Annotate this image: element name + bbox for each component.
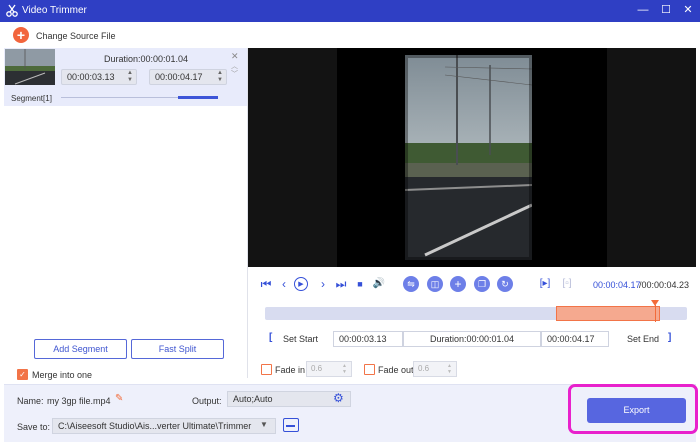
reset-icon[interactable]: ↻	[497, 276, 513, 292]
set-end-button[interactable]: Set End	[627, 334, 659, 344]
segment-label: Segment[1]	[11, 94, 52, 103]
scissors-app-icon	[6, 4, 18, 17]
output-settings-gear-icon[interactable]: ⚙	[333, 391, 344, 405]
change-source-label[interactable]: Change Source File	[36, 31, 116, 41]
fade-in-checkbox[interactable]	[261, 364, 272, 375]
set-start-button[interactable]: Set Start	[283, 334, 318, 344]
total-time: /00:00:04.23	[639, 280, 690, 290]
add-segment-button[interactable]: Add Segment	[34, 339, 127, 359]
skip-start-icon[interactable]: ⏮	[259, 277, 273, 291]
snapshot-icon[interactable]: ◫	[427, 276, 443, 292]
end-time-field[interactable]: 00:00:04.17	[541, 331, 609, 347]
window-title: Video Trimmer	[22, 5, 87, 16]
fade-out-stepper[interactable]: ▲ ▼	[447, 363, 452, 375]
timeline-selection[interactable]	[556, 306, 660, 321]
name-value[interactable]: my 3gp file.mp4	[47, 396, 111, 406]
video-image	[402, 52, 535, 263]
name-label: Name:	[17, 396, 44, 406]
fade-out-checkbox[interactable]	[364, 364, 375, 375]
copy-icon[interactable]: ❐	[474, 276, 490, 292]
minimize-button[interactable]: —	[636, 3, 650, 17]
maximize-button[interactable]: ☐	[659, 3, 673, 17]
segment-down-icon[interactable]: ﹀	[231, 69, 238, 79]
export-button[interactable]: Export	[587, 398, 686, 423]
fade-in-stepper[interactable]: ▲ ▼	[342, 363, 347, 375]
trim-duration: Duration:00:00:01.04	[403, 331, 541, 347]
playhead-line	[655, 305, 656, 322]
segment-start-stepper[interactable]: ▲ ▼	[126, 70, 134, 86]
output-label: Output:	[192, 396, 222, 406]
segment-thumbnail	[5, 49, 55, 85]
add-source-icon[interactable]: +	[13, 27, 29, 43]
prev-frame-icon[interactable]: ‹	[277, 277, 291, 291]
stop-icon[interactable]: ■	[353, 277, 367, 291]
mark-in-icon[interactable]: [▸]	[538, 277, 552, 291]
volume-icon[interactable]: 🔊	[372, 277, 386, 291]
close-button[interactable]: ✕	[681, 3, 695, 17]
fade-in-label: Fade in	[275, 365, 306, 375]
fade-out-label: Fade out	[378, 365, 414, 375]
set-start-bracket: [	[269, 332, 273, 343]
segment-range-bar[interactable]	[178, 96, 218, 99]
merge-checkbox[interactable]: ✓	[17, 369, 28, 380]
skip-end-icon[interactable]: ⏭	[334, 277, 348, 291]
segment-duration: Duration:00:00:01.04	[104, 54, 189, 64]
save-to-label: Save to:	[17, 422, 51, 432]
set-end-bracket: ]	[668, 332, 672, 343]
title-bar	[0, 0, 700, 22]
open-folder-icon[interactable]	[283, 418, 299, 432]
flip-icon[interactable]: ⇋	[403, 276, 419, 292]
current-time: 00:00:04.17	[593, 280, 641, 290]
edit-name-icon[interactable]: ✎	[115, 393, 123, 404]
save-path-field[interactable]: C:\Aiseesoft Studio\Ais...verter Ultimat…	[52, 418, 276, 434]
next-frame-icon[interactable]: ›	[316, 277, 330, 291]
start-time-field[interactable]: 00:00:03.13	[333, 331, 403, 347]
play-icon[interactable]: ▶	[294, 277, 308, 291]
segment-end-stepper[interactable]: ▲ ▼	[216, 70, 224, 86]
mark-out-icon[interactable]: [▫]	[560, 277, 574, 291]
fast-split-button[interactable]: Fast Split	[131, 339, 224, 359]
add-icon[interactable]: +	[450, 276, 466, 292]
save-path-dropdown-icon[interactable]: ▼	[260, 420, 268, 429]
merge-label: Merge into one	[32, 370, 93, 380]
